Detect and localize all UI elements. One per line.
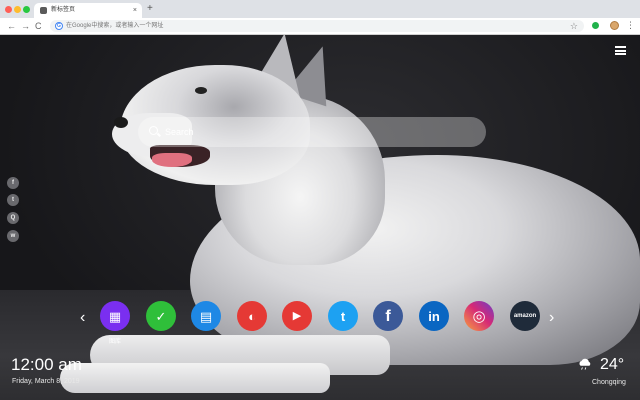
- address-bar-placeholder: 在Google中搜索，或者输入一个网址: [66, 23, 164, 29]
- twitter-icon[interactable]: t: [7, 194, 19, 206]
- wechat-icon[interactable]: w: [7, 230, 19, 242]
- forward-button[interactable]: →: [21, 20, 30, 32]
- app-linkedin[interactable]: in: [419, 301, 449, 331]
- games-icon: ◐: [248, 308, 256, 324]
- app-amazon[interactable]: amazon: [510, 301, 540, 331]
- instagram-icon: ◎: [472, 307, 486, 325]
- gallery-icon: ▦: [108, 308, 122, 324]
- back-button[interactable]: ←: [7, 20, 16, 32]
- qq-icon[interactable]: Q: [7, 212, 19, 224]
- app-twitter[interactable]: t: [328, 301, 358, 331]
- facebook-icon[interactable]: f: [7, 177, 19, 189]
- profile-avatar[interactable]: [610, 21, 619, 30]
- minimize-window-button[interactable]: [14, 6, 21, 13]
- tab-bar: 新标签页 × +: [0, 0, 640, 18]
- clock-time: 12:00 am: [11, 355, 82, 374]
- close-window-button[interactable]: [5, 6, 12, 13]
- new-tab-button[interactable]: +: [147, 3, 153, 15]
- app-notes[interactable]: ▤: [191, 301, 221, 331]
- dock-next-arrow[interactable]: ›: [549, 310, 554, 326]
- youtube-icon: ▶: [292, 309, 302, 322]
- search-input[interactable]: [165, 124, 465, 140]
- amazon-icon: amazon: [513, 312, 537, 319]
- search-bar[interactable]: [138, 117, 486, 147]
- weather-temperature: 24°: [600, 356, 625, 373]
- bookmark-star-icon[interactable]: ☆: [570, 20, 578, 32]
- app-gallery-label: 图库: [108, 339, 121, 345]
- browser-toolbar: ← → C G 在Google中搜索，或者输入一个网址 ☆: [0, 18, 640, 35]
- app-instagram[interactable]: ◎: [464, 301, 494, 331]
- hamburger-menu-icon[interactable]: [615, 46, 626, 55]
- weather-city: Chongqing: [592, 379, 626, 386]
- tab-favicon-icon: [40, 7, 47, 14]
- address-bar[interactable]: G 在Google中搜索，或者输入一个网址 ☆: [50, 20, 584, 32]
- cloud-rain-icon: [579, 358, 591, 370]
- extension-icon[interactable]: [592, 22, 599, 29]
- app-youtube[interactable]: ▶: [282, 301, 312, 331]
- google-icon: G: [55, 22, 63, 30]
- search-icon: [149, 126, 158, 135]
- app-gallery[interactable]: ▦: [100, 301, 130, 331]
- clock-date: Friday, March 8, 2019: [12, 378, 80, 385]
- reload-button[interactable]: C: [35, 20, 42, 32]
- new-tab-page: f t Q w ‹ › ▦ 图库 ✓ ▤ ◐ ▶ t f in ◎ amazon…: [0, 35, 640, 400]
- app-checkmark[interactable]: ✓: [146, 301, 176, 331]
- dock-prev-arrow[interactable]: ‹: [80, 310, 85, 326]
- tab-title: 新标签页: [51, 7, 76, 13]
- tab-new-tab[interactable]: 新标签页 ×: [34, 3, 142, 18]
- notes-icon: ▤: [199, 308, 213, 324]
- maximize-window-button[interactable]: [23, 6, 30, 13]
- facebook-icon: f: [385, 307, 391, 325]
- app-chrome-games[interactable]: ◐: [237, 301, 267, 331]
- linkedin-icon: in: [428, 308, 440, 324]
- app-facebook[interactable]: f: [373, 301, 403, 331]
- check-icon: ✓: [155, 308, 167, 324]
- browser-menu-icon[interactable]: ⋮: [626, 19, 635, 31]
- tab-close-icon[interactable]: ×: [133, 5, 137, 16]
- twitter-icon: t: [340, 308, 346, 324]
